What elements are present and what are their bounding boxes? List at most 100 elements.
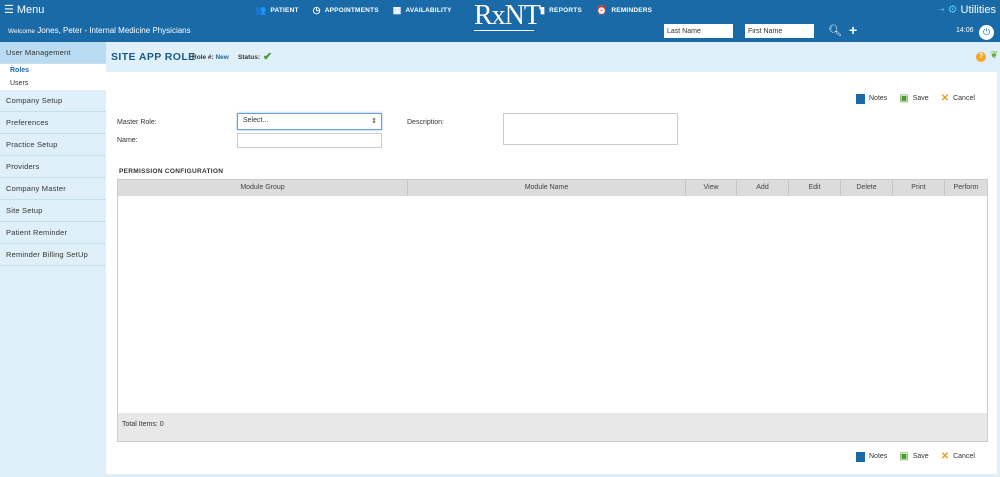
page-header: SITE APP ROLE Role #: New Status: ✔ ? ❦ [106,42,1000,72]
cancel-label: Cancel [953,95,975,102]
col-module-name[interactable]: Module Name [408,180,686,196]
name-label: Name: [117,137,138,144]
notes-icon [856,451,865,462]
sidebar-item-providers[interactable]: Providers [0,156,106,178]
notes-label: Notes [869,95,888,102]
calendar-icon: ▦ [392,5,402,15]
notes-button-bottom[interactable]: Notes [856,451,888,462]
role-number-value: New [215,54,229,61]
clock-time: 14:06 [956,27,974,34]
report-icon: ▮ [540,5,546,15]
nav-right-group: ▮ REPORTS ⏰ REMINDERS [540,5,652,16]
permission-configuration-title: PERMISSION CONFIGURATION [119,168,224,175]
sidebar-subitem-roles[interactable]: Roles [0,64,106,77]
menu-label: Menu [16,3,45,16]
select-caret-icon: ⇕ [371,118,377,125]
description-textarea[interactable] [503,113,678,145]
nav-appointments[interactable]: ◷ APPOINTMENTS [313,5,379,16]
save-icon: ▣ [899,451,909,462]
save-label: Save [912,453,929,460]
role-number: Role #: New [192,54,229,61]
nav-patient[interactable]: 👥 PATIENT [255,5,299,16]
add-icon[interactable]: + [849,22,857,38]
sidebar-item-practice-setup[interactable]: Practice Setup [0,134,106,156]
nav-appointments-label: APPOINTMENTS [324,7,379,14]
alarm-icon: ⏰ [595,5,608,15]
search-icon[interactable]: 🔍︎ [828,24,842,37]
status-label: Status: [238,54,261,61]
utilities-label: Utilities [960,3,996,16]
col-perform[interactable]: Perform [945,180,987,196]
sidebar-submenu: Roles Users [0,64,106,90]
utilities-button[interactable]: ⇢ ⚙ Utilities [937,3,996,17]
notes-button[interactable]: Notes [856,93,888,104]
sidebar: User Management Roles Users Company Setu… [0,42,106,477]
description-label: Description: [407,119,444,126]
welcome-user: Jones, Peter - Internal Medicine Physici… [37,26,191,35]
help-icon[interactable]: ? [976,52,986,62]
save-button-bottom[interactable]: ▣ Save [899,451,928,462]
nav-availability-label: AVAILABILITY [405,7,452,14]
role-number-label: Role #: [192,54,214,61]
nav-reports[interactable]: ▮ REPORTS [540,5,582,16]
last-name-input[interactable] [664,24,733,38]
sidebar-item-reminder-billing-setup[interactable]: Reminder Billing SetUp [0,244,106,266]
master-role-label: Master Role: [117,119,157,126]
nav-left-group: 👥 PATIENT ◷ APPOINTMENTS ▦ AVAILABILITY [255,5,452,16]
nav-reminders[interactable]: ⏰ REMINDERS [596,5,652,16]
hamburger-icon: ☰ [4,4,14,16]
name-input[interactable] [237,133,382,148]
cancel-label: Cancel [953,453,975,460]
sidebar-item-user-management[interactable]: User Management [0,42,106,64]
page-title: SITE APP ROLE [111,51,196,63]
power-icon[interactable]: ⏻ [979,25,994,40]
nav-availability[interactable]: ▦ AVAILABILITY [393,5,452,16]
cancel-button[interactable]: ✕ Cancel [941,93,975,104]
menu-button[interactable]: ☰ Menu [4,3,45,17]
checkmark-icon: ✔ [263,51,273,63]
first-name-input[interactable] [745,24,814,38]
nav-patient-label: PATIENT [270,7,299,14]
cancel-button-bottom[interactable]: ✕ Cancel [941,451,975,462]
col-view[interactable]: View [686,180,737,196]
save-button[interactable]: ▣ Save [899,93,928,104]
grid-footer: Total Items: 0 [118,413,987,441]
col-module-group[interactable]: Module Group [118,180,408,196]
rxnt-logo[interactable]: RxNT [474,0,541,33]
main-panel: Notes ▣ Save ✕ Cancel Master Role: Selec… [106,72,997,474]
col-add[interactable]: Add [737,180,789,196]
sidebar-subitem-users[interactable]: Users [0,77,106,90]
cancel-icon: ✕ [940,93,950,104]
top-toolbar: Notes ▣ Save ✕ Cancel [856,93,975,104]
notes-icon [856,93,865,104]
leaf-icon[interactable]: ❦ [990,50,998,61]
logo-text: RxNT [474,0,541,31]
grid-header: Module Group Module Name View Add Edit D… [118,180,987,196]
total-items: Total Items: 0 [122,421,164,428]
col-print[interactable]: Print [893,180,945,196]
permission-grid: Module Group Module Name View Add Edit D… [117,179,988,442]
sidebar-item-site-setup[interactable]: Site Setup [0,200,106,222]
sidebar-item-patient-reminder[interactable]: Patient Reminder [0,222,106,244]
welcome-prefix: Welcome [8,28,35,35]
arrow-icon: ⇢ [937,5,945,14]
welcome-text: Welcome Jones, Peter - Internal Medicine… [8,26,191,35]
clock-icon: ◷ [312,5,321,15]
save-label: Save [912,95,929,102]
sidebar-item-company-master[interactable]: Company Master [0,178,106,200]
master-role-select[interactable]: Select... ⇕ [237,113,382,130]
notes-label: Notes [869,453,888,460]
col-delete[interactable]: Delete [841,180,893,196]
patient-icon: 👥 [255,5,267,15]
save-icon: ▣ [899,93,909,104]
nav-reminders-label: REMINDERS [611,7,653,14]
gear-icon: ⚙ [947,4,958,16]
nav-reports-label: REPORTS [549,7,582,14]
sidebar-item-company-setup[interactable]: Company Setup [0,90,106,112]
top-navigation-bar: ☰ Menu Welcome Jones, Peter - Internal M… [0,0,1000,42]
col-edit[interactable]: Edit [789,180,841,196]
logo-underline [474,30,534,31]
master-role-value: Select... [243,117,269,124]
bottom-toolbar: Notes ▣ Save ✕ Cancel [856,451,975,462]
sidebar-item-preferences[interactable]: Preferences [0,112,106,134]
